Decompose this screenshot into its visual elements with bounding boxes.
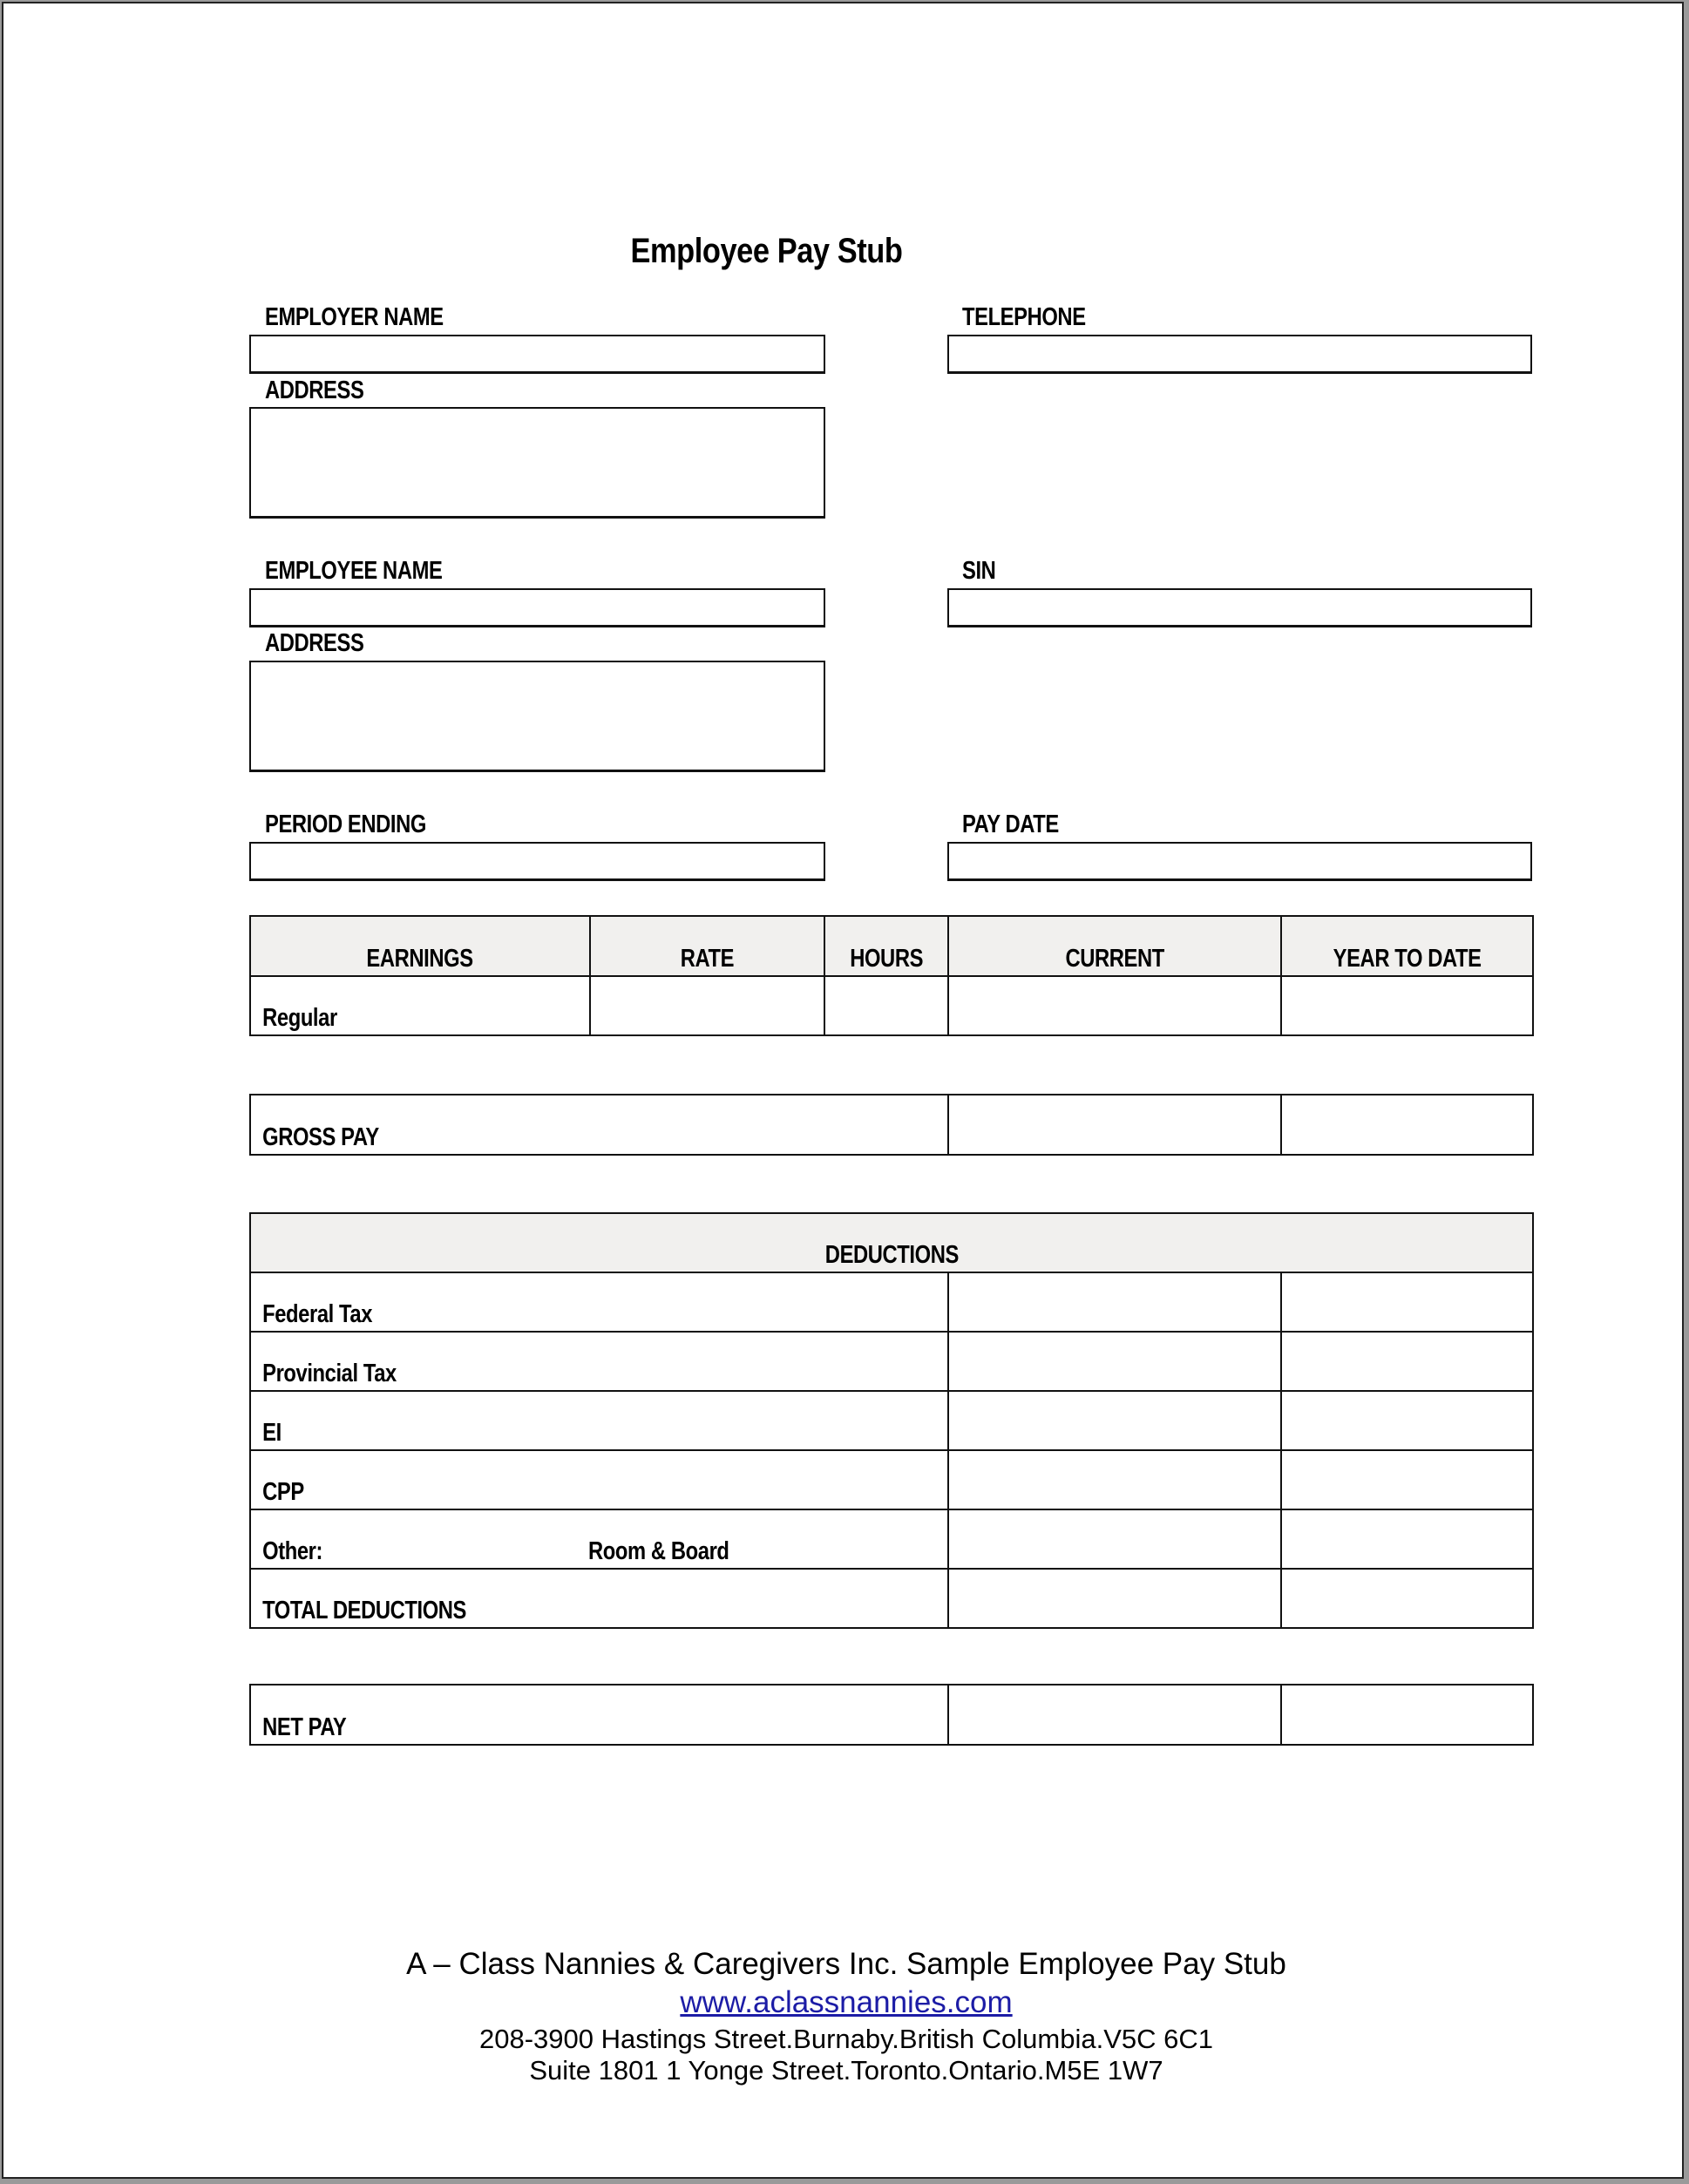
table-row: Other: Room & Board [249, 1509, 1535, 1570]
net-pay-label-cell: NET PAY [249, 1684, 949, 1746]
table-row: CPP [249, 1449, 1535, 1510]
gross-pay-label-cell: GROSS PAY [249, 1094, 949, 1156]
deduction-note-cell: Room & Board [588, 1509, 949, 1570]
net-pay-row: NET PAY [249, 1684, 1534, 1746]
hours-cell[interactable] [824, 975, 949, 1036]
deductions-header-row: DEDUCTIONS [248, 1212, 1535, 1273]
deduction-ytd-cell[interactable] [1279, 1509, 1535, 1570]
website-link[interactable]: www.aclassnannies.com [680, 1985, 1012, 2019]
deduction-label-cell: EI [249, 1390, 949, 1451]
employee-name-field[interactable] [249, 588, 825, 627]
employer-name-field[interactable] [249, 335, 825, 374]
deduction-current-cell[interactable] [947, 1390, 1282, 1451]
earnings-label-cell: Regular [249, 975, 591, 1036]
current-cell[interactable] [947, 975, 1282, 1036]
regular-label: Regular [262, 1004, 337, 1032]
footer-address-2: Suite 1801 1 Yonge Street.Toronto.Ontari… [529, 2055, 1163, 2086]
rate-header: RATE [589, 915, 825, 977]
gross-pay-table: GROSS PAY [249, 1094, 1534, 1156]
deductions-table: DEDUCTIONS Federal Tax Provincial Tax EI… [248, 1212, 1535, 1629]
table-row: EI [249, 1390, 1535, 1451]
ytd-cell[interactable] [1280, 975, 1534, 1036]
rate-cell[interactable] [589, 975, 825, 1036]
period-ending-label: PERIOD ENDING [265, 811, 426, 838]
employer-address-label: ADDRESS [265, 376, 364, 404]
provincial-tax-label: Provincial Tax [262, 1360, 397, 1387]
hours-header: HOURS [824, 915, 949, 977]
deductions-header: DEDUCTIONS [248, 1212, 1535, 1273]
deduction-label-cell: TOTAL DEDUCTIONS [249, 1568, 949, 1629]
employee-address-label: ADDRESS [265, 629, 364, 657]
table-row: Regular [249, 975, 1534, 1036]
earnings-table: EARNINGS RATE HOURS CURRENT YEAR TO DATE… [249, 915, 1534, 1036]
deduction-ytd-cell[interactable] [1279, 1331, 1535, 1392]
ei-label: EI [262, 1419, 282, 1447]
footer-website-wrap: www.aclassnannies.com [3, 1985, 1689, 2020]
total-deductions-label: TOTAL DEDUCTIONS [262, 1597, 467, 1624]
earnings-header: EARNINGS [249, 915, 591, 977]
deduction-ytd-cell[interactable] [1279, 1272, 1535, 1333]
deduction-label-cell: Federal Tax [249, 1272, 949, 1333]
deduction-label-cell: CPP [249, 1449, 949, 1510]
deduction-current-cell[interactable] [947, 1272, 1282, 1333]
sin-field[interactable] [947, 588, 1532, 627]
table-row: TOTAL DEDUCTIONS [249, 1568, 1535, 1629]
telephone-field[interactable] [947, 335, 1532, 374]
employer-address-field[interactable] [249, 407, 825, 519]
gross-pay-ytd-cell[interactable] [1280, 1094, 1534, 1156]
current-header: CURRENT [947, 915, 1282, 977]
table-row: Provincial Tax [249, 1331, 1535, 1392]
pay-stub-page: Employee Pay Stub EMPLOYER NAME TELEPHON… [2, 2, 1684, 2179]
footer-company-line: A – Class Nannies & Caregivers Inc. Samp… [406, 1947, 1286, 1981]
cpp-label: CPP [262, 1478, 304, 1506]
deduction-current-cell[interactable] [947, 1449, 1282, 1510]
ytd-header: YEAR TO DATE [1280, 915, 1534, 977]
deduction-ytd-cell[interactable] [1279, 1449, 1535, 1510]
net-pay-label: NET PAY [262, 1713, 347, 1741]
page-title: Employee Pay Stub [630, 232, 903, 270]
pay-date-label: PAY DATE [962, 811, 1059, 838]
deduction-label-cell: Other: [249, 1509, 588, 1570]
deduction-current-cell[interactable] [947, 1331, 1282, 1392]
deduction-label-cell: Provincial Tax [249, 1331, 949, 1392]
deduction-ytd-cell[interactable] [1279, 1390, 1535, 1451]
gross-pay-current-cell[interactable] [947, 1094, 1282, 1156]
employee-name-label: EMPLOYEE NAME [265, 557, 443, 585]
other-label: Other: [262, 1537, 322, 1565]
sin-label: SIN [962, 557, 996, 585]
period-ending-field[interactable] [249, 842, 825, 881]
net-pay-ytd-cell[interactable] [1280, 1684, 1534, 1746]
federal-tax-label: Federal Tax [262, 1300, 373, 1328]
net-pay-table: NET PAY [249, 1684, 1534, 1746]
table-row: Federal Tax [249, 1272, 1535, 1333]
deduction-current-cell[interactable] [947, 1568, 1282, 1629]
gross-pay-row: GROSS PAY [249, 1094, 1534, 1156]
net-pay-current-cell[interactable] [947, 1684, 1282, 1746]
room-and-board-label: Room & Board [588, 1537, 729, 1565]
employer-name-label: EMPLOYER NAME [265, 303, 444, 331]
telephone-label: TELEPHONE [962, 303, 1086, 331]
employee-address-field[interactable] [249, 661, 825, 772]
deduction-ytd-cell[interactable] [1279, 1568, 1535, 1629]
gross-pay-label: GROSS PAY [262, 1123, 379, 1151]
footer-address-1: 208-3900 Hastings Street.Burnaby.British… [478, 2024, 1214, 2054]
deduction-current-cell[interactable] [947, 1509, 1282, 1570]
earnings-header-row: EARNINGS RATE HOURS CURRENT YEAR TO DATE [249, 915, 1534, 977]
pay-date-field[interactable] [947, 842, 1532, 881]
